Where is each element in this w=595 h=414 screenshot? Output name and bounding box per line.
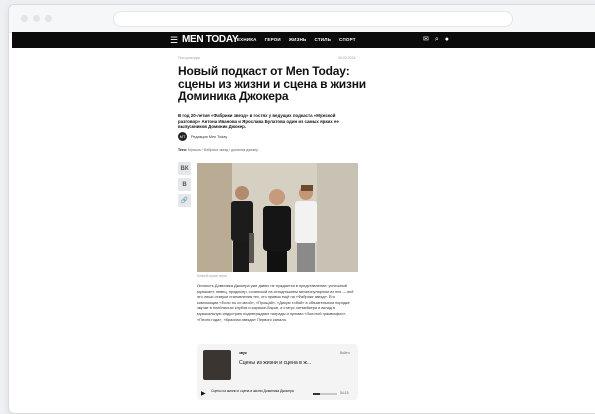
avatar: MT (178, 132, 187, 141)
play-icon[interactable]: ▶ (201, 391, 207, 397)
author-name[interactable]: Редакция Men Today (191, 135, 227, 139)
podcast-cover[interactable] (203, 350, 231, 380)
tags-label: Теги: (178, 148, 187, 152)
mail-icon[interactable]: ✉ (423, 35, 429, 45)
episode-duration: 54:15 (340, 391, 349, 395)
podcast-player: звук Войти Сцены из жизни и сцена в ж...… (197, 344, 358, 400)
address-bar[interactable] (113, 11, 513, 27)
menu-icon[interactable]: ☰ (170, 35, 178, 45)
publish-date: 09.03.2024 (338, 56, 356, 60)
article-title: Новый подкаст от Men Today: сцены из жиз… (178, 64, 366, 103)
site-logo[interactable]: MEN TODAY (182, 34, 239, 46)
browser-toolbar (9, 5, 595, 33)
menu-item-geroi[interactable]: ГЕРОИ (265, 37, 281, 43)
photo-caption: Личный архив героя (197, 274, 227, 278)
progress-bar[interactable] (313, 393, 337, 395)
b-share-icon[interactable]: В (178, 178, 191, 191)
menu-item-zhizn[interactable]: ЖИЗНЬ (289, 37, 307, 43)
window-dot[interactable] (45, 15, 52, 22)
menu-item-sport[interactable]: СПОРТ (339, 37, 356, 43)
menu-item-stil[interactable]: СТИЛЬ (314, 37, 331, 43)
author-block[interactable]: MT Редакция Men Today (178, 132, 227, 141)
link-share-icon[interactable]: 🔗 (178, 194, 191, 207)
header-icons: ✉ ⌕ ● (423, 35, 449, 45)
player-title: Сцены из жизни и сцена в ж... (239, 360, 312, 366)
tags-line: Теги: Музыка / Фабрика звезд / доминик д… (178, 148, 258, 152)
window-dot[interactable] (21, 15, 28, 22)
player-brand: звук (239, 351, 247, 355)
breadcrumb[interactable]: Поп-культура (178, 56, 200, 60)
article-photo (197, 163, 358, 272)
article-lead: В год 20-летия «Фабрики звезд» в гостях … (178, 113, 339, 130)
share-bar: ВК В 🔗 (178, 162, 191, 207)
progress-fill (313, 393, 321, 395)
search-icon[interactable]: ⌕ (435, 35, 439, 45)
tags-list[interactable]: Музыка / Фабрика звезд / доминик джокер (188, 148, 259, 152)
user-icon[interactable]: ● (445, 35, 449, 45)
article-body: Личность Доминика Джокера уже давно не н… (197, 283, 354, 322)
menu-item-technika[interactable]: ТЕХНИКА (234, 37, 257, 43)
episode-title: Сцены из жизни и сцена в жизни Доминика … (211, 389, 294, 393)
vk-share-icon[interactable]: ВК (178, 162, 191, 175)
photo-image (197, 163, 358, 272)
window-dot[interactable] (33, 15, 40, 22)
main-menu: ТЕХНИКА ГЕРОИ ЖИЗНЬ СТИЛЬ СПОРТ (234, 37, 356, 43)
player-login-link[interactable]: Войти (340, 351, 350, 355)
site-header: ☰ MEN TODAY ТЕХНИКА ГЕРОИ ЖИЗНЬ СТИЛЬ СП… (12, 32, 595, 48)
